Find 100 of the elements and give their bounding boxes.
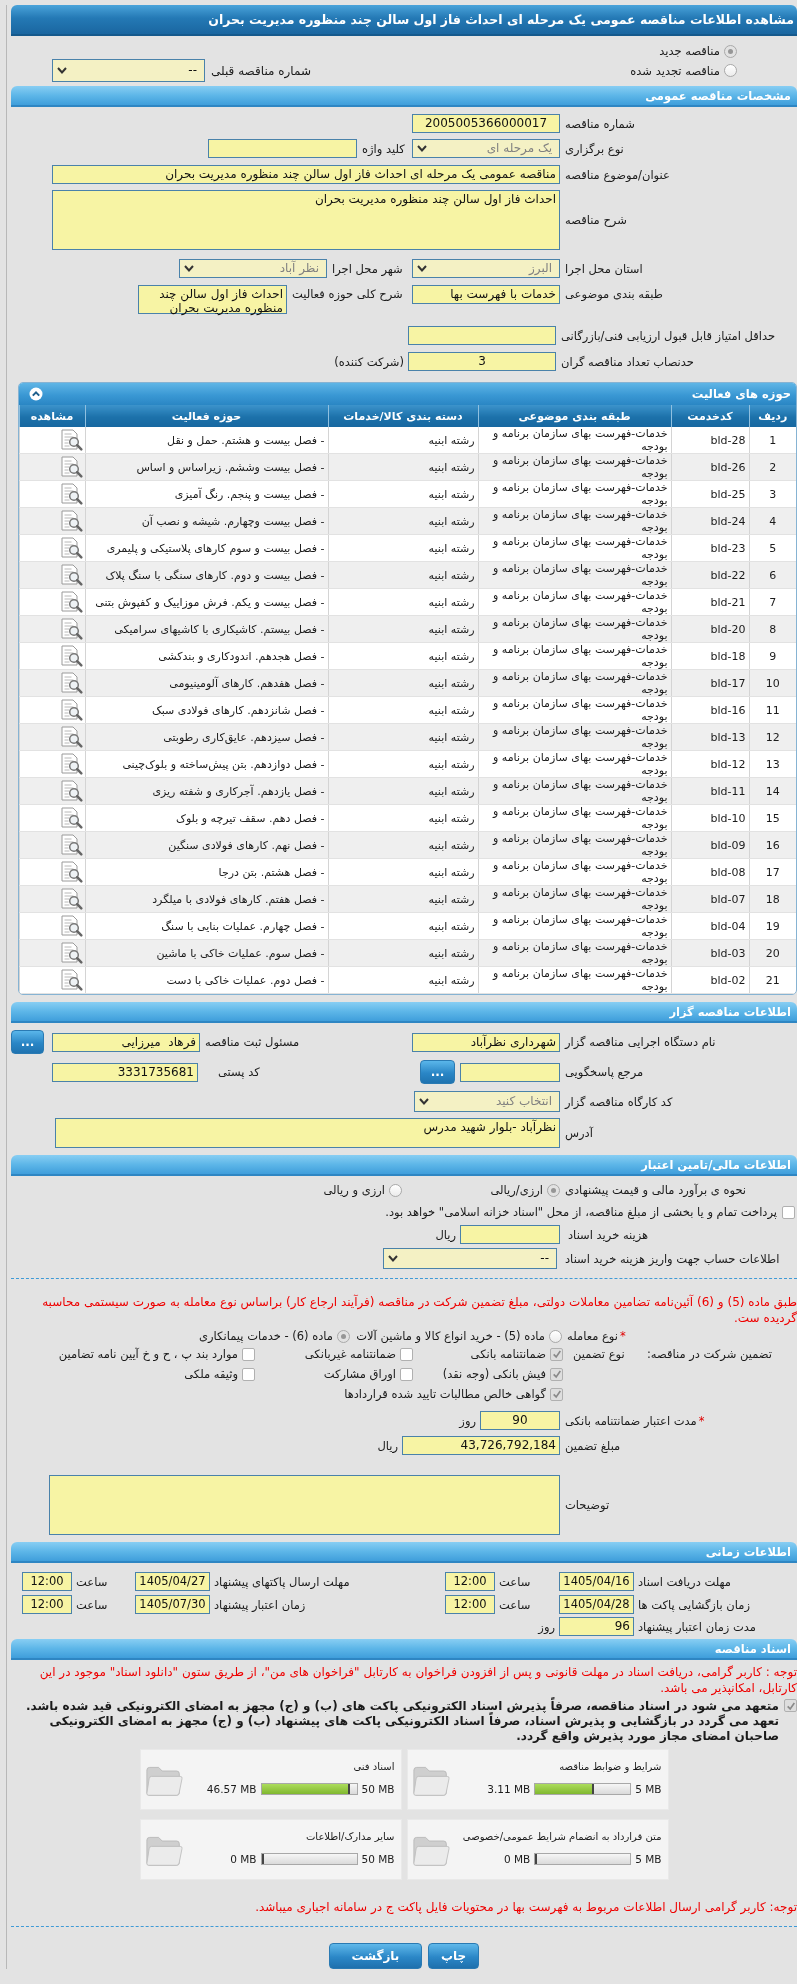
action-button[interactable]: بازگشت [328,1943,422,1970]
radio-button[interactable] [724,44,737,58]
table-cell: خدمات-فهرست بهای سازمان برنامه و بودجه [478,966,671,994]
browse-button[interactable]: ... [420,1060,455,1085]
text-field[interactable]: 96 [559,1617,634,1637]
document-search-icon[interactable] [58,537,83,560]
radio-button[interactable] [389,1183,402,1197]
checkbox[interactable] [550,1367,563,1381]
time-field[interactable]: 12:00 [22,1572,72,1592]
column-header: حوزه فعالیت [85,405,328,427]
table-cell: خدمات-فهرست بهای سازمان برنامه و بودجه [478,696,671,724]
date-field[interactable]: 1405/04/16 [559,1572,634,1592]
radio-button[interactable] [549,1329,562,1343]
checkbox[interactable] [784,1699,797,1713]
text-field[interactable]: خدمات با فهرست بها [412,285,560,304]
table-cell: bld-04 [671,912,749,940]
document-search-icon[interactable] [58,969,83,992]
document-title[interactable]: متن قرارداد به انضمام شرایط عمومی/خصوصی [462,1831,662,1843]
document-search-icon[interactable] [58,834,83,857]
table-cell: - فصل دهم. سقف تیرچه و بلوک [85,804,328,832]
time-field[interactable]: 12:00 [445,1595,495,1615]
checkbox[interactable] [242,1367,255,1381]
radio-label: ماده (6) - خدمات پیمانکاری [199,1329,333,1344]
radio-label: مناقصه تجدید شده [630,63,720,78]
commitment-text: متعهد می شود در اسناد مناقصه، صرفاً پذیرش اسناد الکترونیکی پاکت های (ب) و (ج) مجهز به امضای الکترونیکی قید شده باشد. تعهد می گردد در بازگشایی و پذیرش اسناد، صرفاً اسناد الکترونیکی پاکت های پیشنهاد (ب) و (ج) مجهز به امضای الکترونیکی صاحبان امضای مجاز مورد پذیرش واقع گردد. [25,1699,779,1745]
document-search-icon[interactable] [58,429,83,452]
text-area[interactable]: احداث فاز اول سالن چند منظوره مدیریت بحران [138,285,287,314]
text-field[interactable]: 2005005366000017 [412,114,560,133]
time-field[interactable]: 12:00 [445,1572,495,1592]
document-search-icon[interactable] [58,807,83,830]
text-field[interactable] [460,1062,560,1082]
text-field[interactable]: شهرداری نظرآباد [412,1032,560,1052]
column-header: مشاهده [19,405,85,427]
text-field[interactable]: فرهاد میرزایی [52,1032,200,1052]
text-field[interactable]: 3331735681 [52,1062,198,1082]
checkbox[interactable] [400,1367,413,1381]
date-field[interactable]: 1405/04/27 [135,1572,210,1592]
text-field[interactable]: 90 [480,1411,560,1431]
table-cell: - فصل هفدهم. کارهای آلومینیومی [85,669,328,697]
document-search-icon[interactable] [58,510,83,533]
table-cell: - فصل بیست وچهارم. شیشه و نصب آن [85,507,328,535]
document-search-icon[interactable] [58,591,83,614]
document-search-icon[interactable] [58,699,83,722]
document-search-icon[interactable] [58,888,83,911]
date-field[interactable]: 1405/04/28 [559,1595,634,1615]
checkbox[interactable] [242,1347,255,1361]
document-search-icon[interactable] [58,726,83,749]
document-title[interactable]: سایر مدارک/اطلاعات [305,1831,395,1843]
column-header: کدخدمت [671,405,749,427]
collapse-icon[interactable] [29,387,43,401]
checkbox[interactable] [550,1387,563,1401]
checkbox[interactable] [400,1347,413,1361]
field-label: کد کارگاه مناقصه گزار [565,1094,673,1109]
checkbox[interactable] [550,1347,563,1361]
document-search-icon[interactable] [58,564,83,587]
dropdown[interactable]: -- [383,1248,557,1270]
field-label: نحوه ی برآورد مالی و قیمت پیشنهادی [565,1183,747,1198]
document-search-icon[interactable] [58,645,83,668]
document-search-icon[interactable] [58,618,83,641]
chevron-down-icon[interactable] [57,67,67,74]
table-cell: bld-17 [671,669,749,697]
table-cell: - فصل نهم. کارهای فولادی سنگین [85,831,328,859]
text-field[interactable]: 43,726,792,184 [402,1436,560,1456]
table-cell: خدمات-فهرست بهای سازمان برنامه و بودجه [478,804,671,832]
document-search-icon[interactable] [58,672,83,695]
text-field[interactable] [460,1225,560,1245]
checkbox[interactable] [782,1205,795,1219]
table-cell: - فصل بیست و دوم. کارهای سنگی با سنگ پلاک [85,561,328,589]
table-cell: رشته ابنیه [328,427,478,454]
date-field[interactable]: 1405/07/30 [135,1595,210,1615]
text-field[interactable]: مناقصه عمومی یک مرحله ای احداث فاز اول سالن چند منظوره مدیریت بحران [52,165,560,184]
radio-button[interactable] [547,1183,560,1197]
radio-button[interactable] [337,1329,350,1343]
text-area[interactable]: نظرآباد -بلوار شهید مدرس [55,1118,560,1149]
document-search-icon[interactable] [58,915,83,938]
size-limit: 5 MB [635,1783,662,1796]
radio-button[interactable] [724,64,737,77]
document-search-icon[interactable] [58,942,83,965]
chevron-down-icon[interactable] [388,1255,398,1263]
warning-text: طبق ماده (5) و (6) آئین‌نامه تضامین معاملات دولتی، مبلغ تضمین شرکت در مناقصه (فرآیند ارجاع کار) براساس نوع معامله به صورت سیستمی محاسبه گردیده ست. [41,1294,797,1327]
document-title[interactable]: اسناد فنی [353,1761,395,1773]
table-cell: bld-16 [671,696,749,724]
browse-button[interactable]: ... [11,1030,44,1055]
document-search-icon[interactable] [58,780,83,803]
field-label: مهلت دریافت اسناد [638,1574,731,1589]
text-field[interactable]: 3 [408,352,556,371]
text-area[interactable]: احداث فاز اول سالن چند منظوره مدیریت بحران [52,190,560,250]
table-cell: 9 [749,642,796,670]
document-title[interactable]: شرایط و ضوابط مناقصه [559,1761,662,1773]
document-search-icon[interactable] [58,753,83,776]
text-field[interactable] [208,139,357,158]
document-search-icon[interactable] [58,861,83,884]
dropdown[interactable]: -- [52,59,205,82]
table-cell: رشته ابنیه [328,588,478,616]
document-search-icon[interactable] [58,456,83,479]
time-field[interactable]: 12:00 [22,1595,72,1615]
action-button[interactable]: چاپ [427,1943,480,1970]
text-field[interactable] [408,326,556,345]
document-search-icon[interactable] [58,483,83,506]
text-area[interactable] [49,1475,560,1536]
